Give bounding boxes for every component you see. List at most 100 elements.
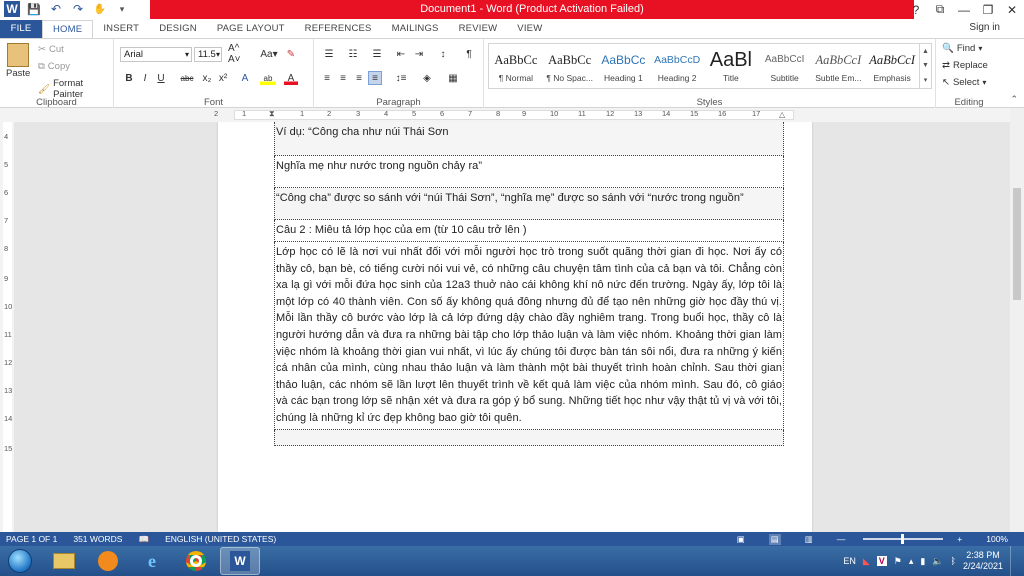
indent-marker-icon[interactable]: ⧗ [269, 109, 275, 119]
tab-review[interactable]: REVIEW [449, 20, 508, 38]
align-center-icon[interactable]: ≡ [336, 71, 350, 85]
touch-mode-icon[interactable]: ✋ [92, 1, 108, 17]
superscript-button[interactable]: x² [216, 71, 230, 85]
bullets-icon[interactable]: ☰ [320, 47, 338, 61]
page-count[interactable]: PAGE 1 OF 1 [6, 534, 57, 544]
tab-mailings[interactable]: MAILINGS [382, 20, 449, 38]
document-page[interactable]: Ví dụ: “Công cha như núi Thái Sơn Nghĩa … [218, 122, 812, 532]
sort-icon[interactable]: ↕ [436, 47, 450, 61]
tab-home[interactable]: HOME [42, 20, 94, 38]
numbering-icon[interactable]: ☷ [344, 47, 362, 61]
find-button[interactable]: 🔍 Find ▾ [942, 43, 982, 54]
tray-v-icon[interactable]: V [876, 556, 887, 566]
increase-indent-icon[interactable]: ⇥ [412, 47, 426, 61]
tab-view[interactable]: VIEW [507, 20, 552, 38]
ruler-number: 11 [578, 109, 586, 118]
acrobat-icon[interactable]: ◣ [863, 556, 870, 567]
internet-explorer-icon[interactable]: e [132, 547, 172, 575]
vertical-scrollbar[interactable] [1010, 108, 1024, 532]
font-size-combo[interactable]: 11.5 ▾ [194, 47, 222, 62]
zoom-in-icon[interactable]: + [957, 534, 962, 544]
customize-qat-icon[interactable]: ▾ [114, 1, 130, 17]
tab-references[interactable]: REFERENCES [295, 20, 382, 38]
tab-design[interactable]: DESIGN [149, 20, 207, 38]
table-row[interactable]: Câu 2 : Miêu tả lớp học của em (từ 10 câ… [274, 220, 784, 242]
word-taskbar-icon[interactable]: W [220, 547, 260, 575]
table-row[interactable]: Nghĩa mẹ như nước trong nguồn chảy ra” [274, 156, 784, 188]
grow-font-icon[interactable]: A^ A˅ [228, 43, 254, 65]
borders-icon[interactable]: ▦ [444, 71, 462, 85]
tab-insert[interactable]: INSERT [93, 20, 149, 38]
tab-file[interactable]: FILE [0, 20, 42, 38]
change-case-icon[interactable]: Aa▾ [260, 47, 278, 61]
close-button[interactable]: ✕ [1000, 0, 1024, 19]
volume-icon[interactable]: 🔈 [932, 556, 943, 567]
subscript-button[interactable]: x₂ [200, 71, 214, 85]
media-player-icon[interactable] [88, 547, 128, 575]
sign-in-link[interactable]: Sign in [969, 22, 1000, 33]
collapse-ribbon-icon[interactable]: ⌃ [1010, 94, 1018, 105]
chrome-icon[interactable] [176, 547, 216, 575]
horizontal-ruler[interactable]: 2 1 ⧗ 1 2 3 4 5 6 7 8 9 10 11 12 13 14 1… [0, 108, 1024, 122]
show-hidden-icons[interactable]: ▴ [909, 556, 914, 567]
underline-button[interactable]: U [154, 71, 168, 85]
table-row[interactable]: Lớp học có lẽ là nơi vui nhất đối với mỗ… [274, 242, 784, 430]
redo-icon[interactable]: ↷ [70, 1, 86, 17]
ruler-number: 6 [4, 188, 9, 197]
zoom-out-icon[interactable]: — [837, 534, 846, 544]
clear-formatting-icon[interactable]: ✎ [284, 47, 298, 61]
bold-button[interactable]: B [122, 71, 136, 85]
tray-flag-icon[interactable]: ⚑ [894, 556, 902, 567]
table-row[interactable] [274, 430, 784, 446]
help-button[interactable]: ? [904, 0, 928, 19]
start-button[interactable] [0, 546, 40, 576]
align-right-icon[interactable]: ≡ [352, 71, 366, 85]
minimize-button[interactable]: — [952, 0, 976, 19]
text-effects-button[interactable]: A [238, 71, 252, 85]
vertical-ruler[interactable]: 4 5 6 7 8 9 10 11 12 13 14 15 [0, 122, 14, 532]
language-status[interactable]: ENGLISH (UNITED STATES) [165, 534, 276, 544]
tab-page-layout[interactable]: PAGE LAYOUT [207, 20, 295, 38]
zoom-level[interactable]: 100% [986, 534, 1008, 544]
bluetooth-icon[interactable]: ᛒ [951, 556, 956, 566]
highlight-button[interactable]: ab [260, 71, 276, 85]
show-formatting-button[interactable]: ¶ [462, 47, 476, 61]
decrease-indent-icon[interactable]: ⇤ [394, 47, 408, 61]
chevron-down-icon: ▾ [184, 50, 189, 59]
scrollbar-thumb[interactable] [1013, 188, 1021, 300]
web-layout-icon[interactable]: ▥ [805, 534, 813, 545]
shading-icon[interactable]: ◈ [418, 71, 436, 85]
read-mode-icon[interactable]: ▣ [737, 534, 745, 545]
file-explorer-icon[interactable] [44, 547, 84, 575]
italic-button[interactable]: I [138, 71, 152, 85]
restore-button[interactable]: ❐ [976, 0, 1000, 19]
align-left-icon[interactable]: ≡ [320, 71, 334, 85]
select-button[interactable]: ↖ Select ▾ [942, 77, 986, 88]
font-color-button[interactable]: A [284, 71, 298, 85]
right-indent-marker-icon[interactable]: △ [779, 110, 785, 119]
paste-button[interactable]: Paste [6, 43, 30, 79]
copy-button[interactable]: ⧉ Copy [38, 61, 70, 72]
save-icon[interactable]: 💾 [26, 1, 42, 17]
zoom-slider-thumb[interactable] [901, 534, 905, 544]
network-icon[interactable]: ▮ [920, 556, 925, 567]
table-row[interactable]: “Công cha” được so sánh với “núi Thái Sơ… [274, 188, 784, 220]
table-row[interactable]: Ví dụ: “Công cha như núi Thái Sơn [274, 122, 784, 156]
replace-button[interactable]: ⇄ Replace [942, 60, 988, 71]
undo-icon[interactable]: ↶ [48, 1, 64, 17]
show-desktop-button[interactable] [1010, 546, 1018, 576]
word-count[interactable]: 351 WORDS [73, 534, 122, 544]
multilevel-list-icon[interactable]: ☰ [368, 47, 386, 61]
proofing-icon[interactable]: 📖 [138, 534, 149, 545]
zoom-slider[interactable] [863, 534, 944, 544]
font-name-combo[interactable]: Arial ▾ [120, 47, 192, 62]
strikethrough-button[interactable]: abc [178, 71, 196, 85]
line-spacing-icon[interactable]: ↕≡ [392, 71, 410, 85]
input-language[interactable]: EN [843, 556, 856, 566]
print-layout-icon[interactable]: ▤ [768, 533, 781, 545]
justify-icon[interactable]: ≡ [368, 71, 382, 85]
cut-button[interactable]: ✂ Cut [38, 44, 64, 55]
ribbon-display-button[interactable]: ⧉ [928, 0, 952, 19]
font-size-value: 11.5 [198, 49, 216, 60]
clock[interactable]: 2:38 PM 2/24/2021 [963, 550, 1003, 572]
